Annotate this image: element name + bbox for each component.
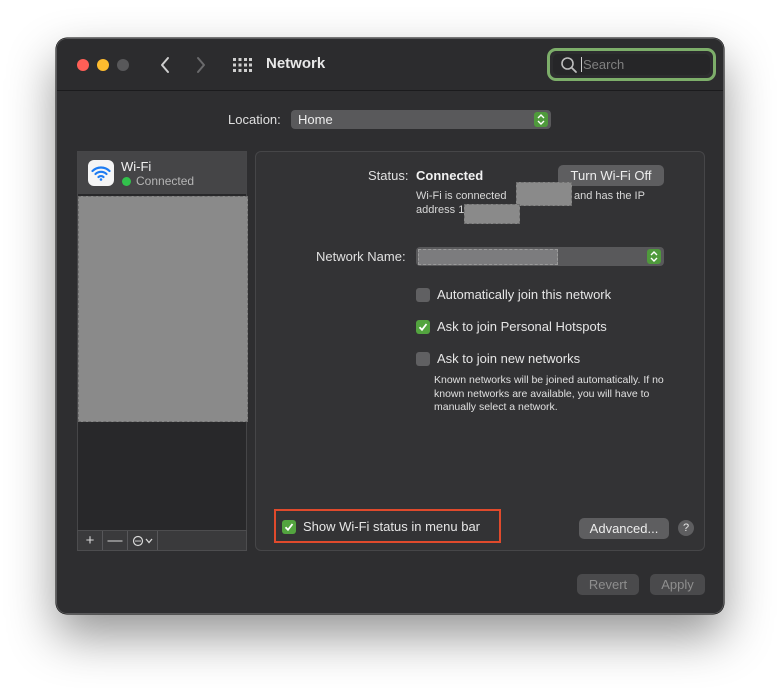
checkbox-unchecked[interactable] — [416, 351, 430, 366]
checkbox-label: Ask to join Personal Hotspots — [437, 319, 607, 334]
sidebar-item-wifi[interactable]: Wi-Fi Connected — [78, 152, 246, 194]
window-title: Network — [266, 55, 326, 72]
location-value: Home — [298, 112, 333, 127]
redacted-area — [78, 196, 248, 422]
redacted-network-name — [418, 248, 558, 265]
network-name-label: Network Name: — [316, 249, 406, 264]
location-label: Location: — [228, 112, 281, 127]
service-name: Wi-Fi — [121, 159, 152, 174]
status-description-cont: and has the IP — [574, 190, 645, 202]
checkbox-checked[interactable] — [282, 519, 296, 534]
checkbox-unchecked[interactable] — [416, 287, 430, 302]
wifi-icon — [88, 160, 114, 186]
redacted-ssid — [516, 182, 572, 206]
turn-wifi-off-button[interactable]: Turn Wi-Fi Off — [558, 165, 664, 186]
network-preferences-window: Network Location: Home — [56, 38, 724, 614]
checkmark-icon — [418, 322, 428, 331]
add-service-button[interactable]: + — [78, 531, 103, 550]
search-input[interactable] — [581, 57, 691, 72]
action-menu-button[interactable] — [128, 531, 158, 550]
action-menu-icon — [132, 535, 152, 546]
advanced-button[interactable]: Advanced... — [579, 518, 669, 539]
titlebar: Network — [57, 39, 723, 91]
service-list: Wi-Fi Connected — [77, 151, 248, 551]
forward-button[interactable] — [189, 52, 213, 78]
checkbox-label: Show Wi-Fi status in menu bar — [303, 519, 481, 534]
revert-button[interactable]: Revert — [577, 574, 639, 595]
remove-service-button[interactable]: — — [103, 531, 128, 550]
service-toolbar: + — — [77, 530, 247, 551]
help-button[interactable]: ? — [678, 520, 694, 536]
chevron-right-icon — [197, 57, 205, 73]
known-networks-hint: Known networks will be joined automatica… — [434, 374, 664, 413]
wifi-detail-panel: Status: Connected Turn Wi-Fi Off Wi-Fi i… — [255, 151, 705, 551]
status-label: Status: — [368, 168, 409, 183]
apply-button[interactable]: Apply — [650, 574, 705, 595]
status-description: Wi-Fi is connected — [416, 190, 507, 202]
zoom-window-button[interactable] — [117, 59, 129, 71]
status-description-address: address 1 — [416, 204, 465, 216]
location-select[interactable]: Home — [291, 110, 551, 129]
search-field[interactable] — [547, 48, 716, 81]
ask-hotspots-checkbox[interactable]: Ask to join Personal Hotspots — [416, 319, 607, 334]
checkbox-label: Ask to join new networks — [437, 351, 581, 366]
chevron-left-icon — [161, 57, 169, 73]
up-down-arrows-icon — [647, 249, 661, 264]
auto-join-checkbox[interactable]: Automatically join this network — [416, 287, 611, 302]
back-button[interactable] — [153, 52, 177, 78]
checkbox-label: Automatically join this network — [437, 287, 612, 302]
checkbox-checked[interactable] — [416, 319, 430, 334]
service-status: Connected — [136, 174, 195, 188]
status-dot — [122, 177, 131, 186]
network-name-select[interactable] — [416, 247, 664, 266]
checkmark-icon — [284, 522, 294, 531]
up-down-arrows-icon — [534, 112, 548, 127]
show-status-checkbox[interactable]: Show Wi-Fi status in menu bar — [282, 519, 480, 534]
status-value: Connected — [416, 168, 484, 183]
search-icon — [561, 56, 577, 73]
close-window-button[interactable] — [77, 59, 89, 71]
show-all-button[interactable] — [231, 55, 253, 75]
grid-icon — [233, 58, 252, 72]
redacted-ip — [464, 204, 520, 224]
minimize-window-button[interactable] — [97, 59, 109, 71]
ask-new-networks-checkbox[interactable]: Ask to join new networks — [416, 351, 580, 366]
